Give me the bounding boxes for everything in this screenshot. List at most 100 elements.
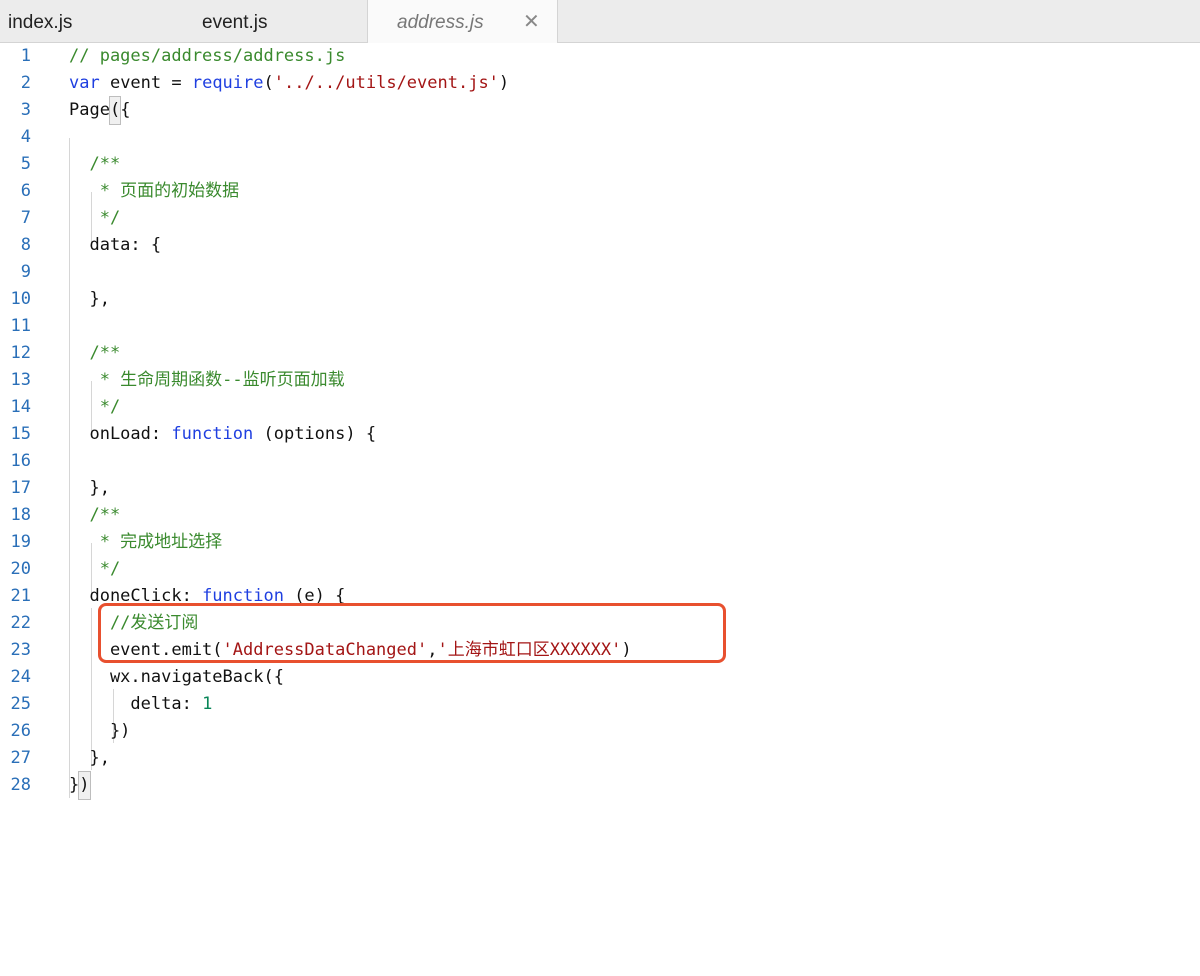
code-text: delta: 1 (69, 691, 212, 718)
line-number: 12 (10, 343, 31, 363)
tab-label: address.js (397, 12, 484, 33)
code-text: }, (69, 475, 109, 502)
code-line[interactable]: 10 }, (0, 286, 1200, 313)
line-number: 14 (10, 397, 31, 417)
code-token-keyword: function (171, 424, 254, 444)
code-token-plain: }, (69, 748, 110, 768)
code-line[interactable]: 20 */ (0, 556, 1200, 583)
code-text: // pages/address/address.js (69, 43, 345, 70)
tab-bar: index.js event.js address.js ✕ (0, 0, 1200, 44)
code-token-plain: { (120, 100, 131, 120)
code-text: * 页面的初始数据 (69, 178, 239, 205)
line-number: 17 (10, 478, 31, 498)
code-token-plain: onLoad: (69, 424, 172, 444)
code-token-plain: event = (99, 73, 192, 93)
code-token-plain: data: { (69, 235, 162, 255)
code-token-comment: * 生命周期函数--监听页面加载 (69, 370, 345, 390)
code-line[interactable]: 1 // pages/address/address.js (0, 43, 1200, 70)
code-line[interactable]: 25 delta: 1 (0, 691, 1200, 718)
code-token-plain: }, (69, 289, 110, 309)
line-number: 26 (10, 721, 31, 741)
line-number: 22 (10, 613, 31, 633)
code-token-keyword: var (69, 73, 100, 93)
code-token-plain: }) (69, 721, 131, 741)
line-number: 13 (10, 370, 31, 390)
code-text: /** (69, 340, 120, 367)
code-token-comment: */ (69, 397, 121, 417)
code-line[interactable]: 15 onLoad: function (options) { (0, 421, 1200, 448)
code-line[interactable]: 4 (0, 124, 1200, 151)
line-number: 15 (10, 424, 31, 444)
close-icon[interactable]: ✕ (523, 0, 540, 45)
code-line[interactable]: 5 /** (0, 151, 1200, 178)
code-line[interactable]: 13 * 生命周期函数--监听页面加载 (0, 367, 1200, 394)
code-line[interactable]: 9 (0, 259, 1200, 286)
tab-label: event.js (202, 12, 268, 33)
line-number: 9 (20, 262, 31, 282)
tab-label: index.js (8, 12, 73, 33)
code-text: Page({ (69, 96, 131, 125)
line-number: 28 (10, 775, 31, 795)
code-token-plain: delta: (69, 694, 203, 714)
code-line[interactable]: 14 */ (0, 394, 1200, 421)
tab-address-js[interactable]: address.js ✕ (367, 0, 558, 44)
line-number: 4 (20, 127, 31, 147)
code-line[interactable]: 27 }, (0, 745, 1200, 772)
line-number: 7 (20, 208, 31, 228)
matched-bracket: ( (108, 96, 122, 125)
line-number: 8 (20, 235, 31, 255)
line-number: 18 (10, 505, 31, 525)
code-token-comment: /** (69, 505, 121, 525)
code-line[interactable]: 17 }, (0, 475, 1200, 502)
code-line[interactable]: 18 /** (0, 502, 1200, 529)
line-number: 27 (10, 748, 31, 768)
line-number: 23 (10, 640, 31, 660)
code-text: * 生命周期函数--监听页面加载 (69, 367, 345, 394)
line-number: 10 (10, 289, 31, 309)
code-token-comment: // pages/address/address.js (69, 46, 346, 66)
code-text: * 完成地址选择 (69, 529, 222, 556)
code-line[interactable]: 26 }) (0, 718, 1200, 745)
tab-index-js[interactable]: index.js (8, 0, 168, 43)
highlight-annotation (98, 603, 726, 663)
code-token-plain: Page (69, 100, 110, 120)
line-number: 25 (10, 694, 31, 714)
code-token-comment: /** (69, 343, 121, 363)
code-text: */ (69, 205, 120, 232)
code-line[interactable]: 7 */ (0, 205, 1200, 232)
code-token-keyword: require (191, 73, 264, 93)
code-text: /** (69, 502, 120, 529)
code-line[interactable]: 2 var event = require('../../utils/event.… (0, 70, 1200, 97)
line-number: 1 (20, 46, 31, 66)
code-token-plain: } (69, 775, 80, 795)
code-token-plain: ( (263, 73, 274, 93)
line-number: 19 (10, 532, 31, 552)
code-text: */ (69, 394, 120, 421)
code-text: }) (69, 718, 130, 745)
line-number: 16 (10, 451, 31, 471)
code-line[interactable]: 24 wx.navigateBack({ (0, 664, 1200, 691)
code-line[interactable]: 3 Page({ (0, 96, 1200, 125)
code-line[interactable]: 6 * 页面的初始数据 (0, 178, 1200, 205)
code-text: data: { (69, 232, 161, 259)
tab-event-js[interactable]: event.js (202, 0, 362, 43)
line-number: 5 (20, 154, 31, 174)
code-line[interactable]: 8 data: { (0, 232, 1200, 259)
line-number: 6 (20, 181, 31, 201)
code-token-comment: * 完成地址选择 (69, 532, 223, 552)
line-number: 2 (20, 73, 31, 93)
code-text: */ (69, 556, 120, 583)
code-line[interactable]: 12 /** (0, 340, 1200, 367)
code-line[interactable]: 11 (0, 313, 1200, 340)
code-token-plain: (options) { (253, 424, 377, 444)
code-text: var event = require('../../utils/event.j… (69, 70, 509, 97)
code-editor[interactable]: 1 // pages/address/address.js 2 var event =… (0, 43, 1200, 976)
code-line[interactable]: 19 * 完成地址选择 (0, 529, 1200, 556)
code-line[interactable]: 28}) (0, 771, 1200, 800)
matched-bracket: ) (78, 771, 91, 800)
line-number: 11 (10, 316, 31, 336)
code-line[interactable]: 16 (0, 448, 1200, 475)
code-token-string: '../../utils/event.js' (273, 73, 499, 93)
code-text: onLoad: function (options) { (69, 421, 376, 448)
line-number: 24 (10, 667, 31, 687)
